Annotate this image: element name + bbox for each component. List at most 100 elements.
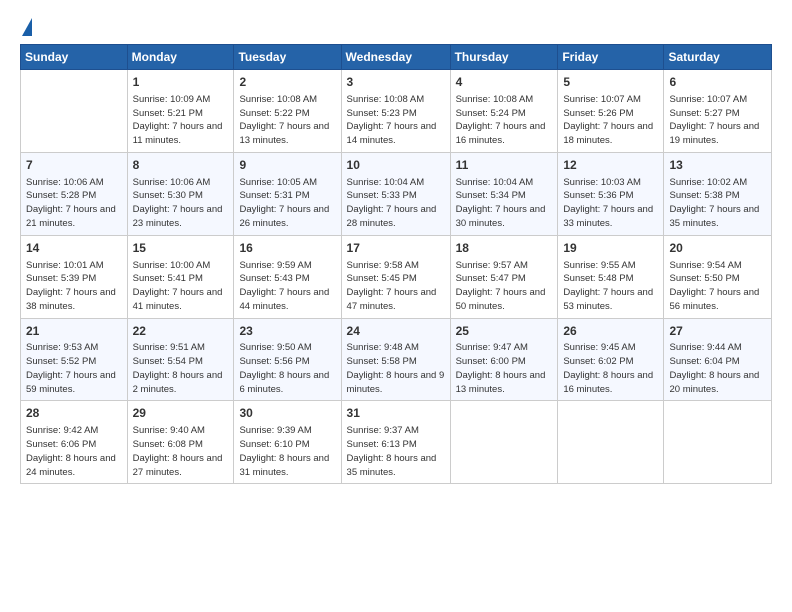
day-number: 23 [239, 323, 335, 340]
day-number: 3 [347, 74, 445, 91]
day-number: 21 [26, 323, 122, 340]
day-info: Sunrise: 10:04 AM Sunset: 5:33 PM Daylig… [347, 176, 445, 231]
day-number: 13 [669, 157, 766, 174]
day-info: Sunrise: 10:00 AM Sunset: 5:41 PM Daylig… [133, 259, 229, 314]
calendar-cell [664, 401, 772, 484]
calendar-week-1: 1 Sunrise: 10:09 AM Sunset: 5:21 PM Dayli… [21, 70, 772, 153]
day-number: 31 [347, 405, 445, 422]
day-number: 25 [456, 323, 553, 340]
day-number: 11 [456, 157, 553, 174]
calendar-cell: 28Sunrise: 9:42 AM Sunset: 6:06 PM Dayli… [21, 401, 128, 484]
weekday-header-tuesday: Tuesday [234, 45, 341, 70]
calendar-cell: 19Sunrise: 9:55 AM Sunset: 5:48 PM Dayli… [558, 235, 664, 318]
calendar-cell: 8 Sunrise: 10:06 AM Sunset: 5:30 PM Dayli… [127, 152, 234, 235]
weekday-header-wednesday: Wednesday [341, 45, 450, 70]
calendar-table: SundayMondayTuesdayWednesdayThursdayFrid… [20, 44, 772, 484]
weekday-header-row: SundayMondayTuesdayWednesdayThursdayFrid… [21, 45, 772, 70]
calendar-cell: 3 Sunrise: 10:08 AM Sunset: 5:23 PM Dayli… [341, 70, 450, 153]
day-info: Sunrise: 9:50 AM Sunset: 5:56 PM Dayligh… [239, 341, 335, 396]
day-number: 29 [133, 405, 229, 422]
day-number: 15 [133, 240, 229, 257]
calendar-cell [558, 401, 664, 484]
day-number: 22 [133, 323, 229, 340]
day-number: 6 [669, 74, 766, 91]
day-number: 8 [133, 157, 229, 174]
calendar-cell: 26Sunrise: 9:45 AM Sunset: 6:02 PM Dayli… [558, 318, 664, 401]
day-number: 19 [563, 240, 658, 257]
calendar-cell: 16 Sunrise: 9:59 AM Sunset: 5:43 PM Dayli… [234, 235, 341, 318]
weekday-header-sunday: Sunday [21, 45, 128, 70]
day-number: 18 [456, 240, 553, 257]
calendar-cell: 13 Sunrise: 10:02 AM Sunset: 5:38 PM Dayl… [664, 152, 772, 235]
day-info: Sunrise: 10:08 AM Sunset: 5:22 PM Daylig… [239, 93, 335, 148]
day-info: Sunrise: 9:39 AM Sunset: 6:10 PM Dayligh… [239, 424, 335, 479]
calendar-cell: 31 Sunrise: 9:37 AM Sunset: 6:13 PM Dayli… [341, 401, 450, 484]
calendar-cell: 12 Sunrise: 10:03 AM Sunset: 5:36 PM Dayl… [558, 152, 664, 235]
header [20, 16, 772, 36]
day-number: 14 [26, 240, 122, 257]
day-info: Sunrise: 9:37 AM Sunset: 6:13 PM Dayligh… [347, 424, 445, 479]
calendar-cell: 18 Sunrise: 9:57 AM Sunset: 5:47 PM Dayli… [450, 235, 558, 318]
calendar-cell: 21Sunrise: 9:53 AM Sunset: 5:52 PM Dayli… [21, 318, 128, 401]
page: SundayMondayTuesdayWednesdayThursdayFrid… [0, 0, 792, 612]
day-number: 10 [347, 157, 445, 174]
weekday-header-thursday: Thursday [450, 45, 558, 70]
day-number: 20 [669, 240, 766, 257]
calendar-cell: 4 Sunrise: 10:08 AM Sunset: 5:24 PM Dayli… [450, 70, 558, 153]
day-info: Sunrise: 10:09 AM Sunset: 5:21 PM Daylig… [133, 93, 229, 148]
day-info: Sunrise: 10:02 AM Sunset: 5:38 PM Daylig… [669, 176, 766, 231]
day-number: 30 [239, 405, 335, 422]
day-number: 17 [347, 240, 445, 257]
day-info: Sunrise: 10:06 AM Sunset: 5:28 PM Daylig… [26, 176, 122, 231]
calendar-cell: 11 Sunrise: 10:04 AM Sunset: 5:34 PM Dayl… [450, 152, 558, 235]
calendar-cell [450, 401, 558, 484]
calendar-week-2: 7 Sunrise: 10:06 AM Sunset: 5:28 PM Dayli… [21, 152, 772, 235]
day-info: Sunrise: 9:44 AM Sunset: 6:04 PM Dayligh… [669, 341, 766, 396]
calendar-cell: 1 Sunrise: 10:09 AM Sunset: 5:21 PM Dayli… [127, 70, 234, 153]
day-info: Sunrise: 10:04 AM Sunset: 5:34 PM Daylig… [456, 176, 553, 231]
calendar-week-4: 21Sunrise: 9:53 AM Sunset: 5:52 PM Dayli… [21, 318, 772, 401]
calendar-cell [21, 70, 128, 153]
day-info: Sunrise: 9:57 AM Sunset: 5:47 PM Dayligh… [456, 259, 553, 314]
calendar-week-3: 14 Sunrise: 10:01 AM Sunset: 5:39 PM Dayl… [21, 235, 772, 318]
day-info: Sunrise: 10:08 AM Sunset: 5:23 PM Daylig… [347, 93, 445, 148]
day-info: Sunrise: 10:01 AM Sunset: 5:39 PM Daylig… [26, 259, 122, 314]
calendar-cell: 25Sunrise: 9:47 AM Sunset: 6:00 PM Dayli… [450, 318, 558, 401]
calendar-cell: 2Sunrise: 10:08 AM Sunset: 5:22 PM Dayli… [234, 70, 341, 153]
calendar-cell: 29 Sunrise: 9:40 AM Sunset: 6:08 PM Dayli… [127, 401, 234, 484]
day-number: 26 [563, 323, 658, 340]
day-info: Sunrise: 9:53 AM Sunset: 5:52 PM Dayligh… [26, 341, 122, 396]
day-info: Sunrise: 10:06 AM Sunset: 5:30 PM Daylig… [133, 176, 229, 231]
day-number: 7 [26, 157, 122, 174]
day-info: Sunrise: 9:58 AM Sunset: 5:45 PM Dayligh… [347, 259, 445, 314]
logo [20, 16, 32, 36]
day-info: Sunrise: 10:07 AM Sunset: 5:26 PM Daylig… [563, 93, 658, 148]
day-info: Sunrise: 10:08 AM Sunset: 5:24 PM Daylig… [456, 93, 553, 148]
calendar-cell: 30 Sunrise: 9:39 AM Sunset: 6:10 PM Dayli… [234, 401, 341, 484]
day-number: 16 [239, 240, 335, 257]
calendar-cell: 23Sunrise: 9:50 AM Sunset: 5:56 PM Dayli… [234, 318, 341, 401]
day-info: Sunrise: 9:40 AM Sunset: 6:08 PM Dayligh… [133, 424, 229, 479]
calendar-week-5: 28Sunrise: 9:42 AM Sunset: 6:06 PM Dayli… [21, 401, 772, 484]
day-number: 1 [133, 74, 229, 91]
day-info: Sunrise: 9:51 AM Sunset: 5:54 PM Dayligh… [133, 341, 229, 396]
day-number: 12 [563, 157, 658, 174]
day-info: Sunrise: 9:45 AM Sunset: 6:02 PM Dayligh… [563, 341, 658, 396]
weekday-header-monday: Monday [127, 45, 234, 70]
calendar-cell: 17 Sunrise: 9:58 AM Sunset: 5:45 PM Dayli… [341, 235, 450, 318]
day-info: Sunrise: 10:03 AM Sunset: 5:36 PM Daylig… [563, 176, 658, 231]
day-info: Sunrise: 9:42 AM Sunset: 6:06 PM Dayligh… [26, 424, 122, 479]
day-info: Sunrise: 9:59 AM Sunset: 5:43 PM Dayligh… [239, 259, 335, 314]
calendar-cell: 14 Sunrise: 10:01 AM Sunset: 5:39 PM Dayl… [21, 235, 128, 318]
weekday-header-saturday: Saturday [664, 45, 772, 70]
calendar-cell: 27Sunrise: 9:44 AM Sunset: 6:04 PM Dayli… [664, 318, 772, 401]
calendar-cell: 15 Sunrise: 10:00 AM Sunset: 5:41 PM Dayl… [127, 235, 234, 318]
day-number: 24 [347, 323, 445, 340]
day-info: Sunrise: 9:48 AM Sunset: 5:58 PM Dayligh… [347, 341, 445, 396]
day-info: Sunrise: 9:54 AM Sunset: 5:50 PM Dayligh… [669, 259, 766, 314]
calendar-cell: 6 Sunrise: 10:07 AM Sunset: 5:27 PM Dayli… [664, 70, 772, 153]
day-number: 4 [456, 74, 553, 91]
day-number: 9 [239, 157, 335, 174]
day-info: Sunrise: 10:07 AM Sunset: 5:27 PM Daylig… [669, 93, 766, 148]
calendar-cell: 5Sunrise: 10:07 AM Sunset: 5:26 PM Dayli… [558, 70, 664, 153]
